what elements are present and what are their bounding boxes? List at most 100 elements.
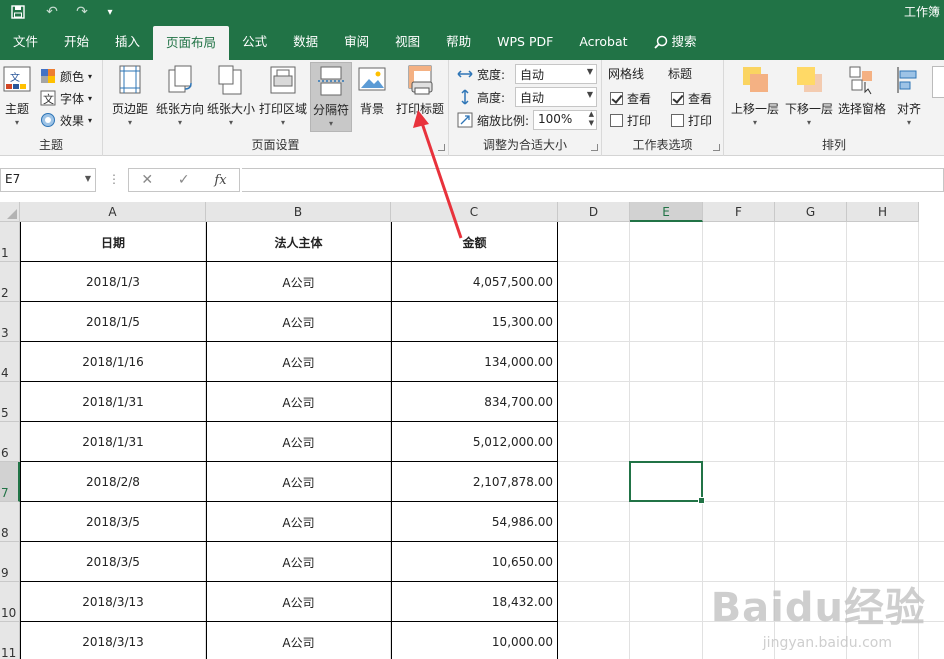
fonts-button[interactable]: 文 字体 ▾ (40, 88, 92, 108)
column-header-d[interactable]: D (558, 202, 630, 222)
row-header-3[interactable]: 3 (0, 302, 20, 342)
date-cell[interactable]: 2018/1/5 (20, 302, 206, 342)
date-cell[interactable]: 2018/1/3 (20, 262, 206, 302)
margins-button[interactable]: 页边距 ▾ (107, 64, 153, 130)
gridlines-view-checkbox[interactable]: 查看 (610, 88, 651, 108)
row-header-4[interactable]: 4 (0, 342, 20, 382)
column-header-g[interactable]: G (775, 202, 847, 222)
amount-cell[interactable]: 5,012,000.00 (391, 422, 558, 462)
send-backward-button[interactable]: 下移一层 ▾ (784, 64, 834, 130)
tab-search[interactable]: 搜索 (641, 24, 710, 60)
width-select[interactable]: 自动 ▼ (515, 64, 597, 84)
orientation-button[interactable]: 纸张方向 ▾ (155, 64, 205, 130)
header-cell-entity[interactable]: 法人主体 (206, 222, 391, 262)
amount-cell[interactable]: 2,107,878.00 (391, 462, 558, 502)
row-header-5[interactable]: 5 (0, 382, 20, 422)
insert-function-icon[interactable]: fx (214, 173, 226, 188)
amount-cell[interactable]: 834,700.00 (391, 382, 558, 422)
cancel-icon[interactable]: ✕ (141, 172, 153, 188)
row-header-2[interactable]: 2 (0, 262, 20, 302)
date-cell[interactable]: 2018/2/8 (20, 462, 206, 502)
row-header-6[interactable]: 6 (0, 422, 20, 462)
tab-home[interactable]: 开始 (51, 24, 102, 60)
amount-cell[interactable]: 54,986.00 (391, 502, 558, 542)
tab-data[interactable]: 数据 (280, 24, 331, 60)
align-button[interactable]: 对齐 ▾ (892, 64, 926, 130)
amount-cell[interactable]: 134,000.00 (391, 342, 558, 382)
date-cell[interactable]: 2018/3/13 (20, 582, 206, 622)
print-area-button[interactable]: 打印区域 ▾ (258, 64, 308, 130)
bring-forward-button[interactable]: 上移一层 ▾ (730, 64, 780, 130)
row-header-10[interactable]: 10 (0, 582, 20, 622)
height-select[interactable]: 自动 ▼ (515, 87, 597, 107)
row-header-7[interactable]: 7 (0, 462, 20, 502)
column-header-c[interactable]: C (391, 202, 558, 222)
customize-quick-access-icon[interactable]: ▾ (100, 2, 120, 22)
column-header-b[interactable]: B (206, 202, 391, 222)
tab-view[interactable]: 视图 (382, 24, 433, 60)
formula-input[interactable] (242, 168, 944, 192)
effects-button[interactable]: 效果 ▾ (40, 110, 92, 130)
group-button-icon[interactable] (932, 66, 944, 98)
row-header-1[interactable]: 1 (0, 222, 20, 262)
entity-cell[interactable]: A公司 (206, 422, 391, 462)
date-cell[interactable]: 2018/1/31 (20, 382, 206, 422)
themes-button[interactable]: 文 主题 ▾ (0, 64, 34, 130)
background-button[interactable]: 背景 (355, 64, 389, 130)
redo-icon[interactable]: ↷ (72, 2, 92, 22)
entity-cell[interactable]: A公司 (206, 302, 391, 342)
tab-wps-pdf[interactable]: WPS PDF (484, 24, 566, 60)
tab-insert[interactable]: 插入 (102, 24, 153, 60)
selection-pane-button[interactable]: 选择窗格 (836, 64, 888, 130)
date-cell[interactable]: 2018/3/13 (20, 622, 206, 659)
amount-cell[interactable]: 10,650.00 (391, 542, 558, 582)
column-header-e[interactable]: E (630, 202, 703, 222)
sheet-options-launcher-icon[interactable] (713, 144, 720, 151)
scale-launcher-icon[interactable] (591, 144, 598, 151)
spinner-arrows-icon[interactable]: ▲ ▼ (589, 110, 594, 128)
tab-review[interactable]: 审阅 (331, 24, 382, 60)
column-header-f[interactable]: F (703, 202, 775, 222)
tab-page-layout[interactable]: 页面布局 (153, 26, 230, 60)
header-cell-amount[interactable]: 金额 (391, 222, 558, 262)
date-cell[interactable]: 2018/1/16 (20, 342, 206, 382)
tab-help[interactable]: 帮助 (433, 24, 484, 60)
amount-cell[interactable]: 10,000.00 (391, 622, 558, 659)
date-cell[interactable]: 2018/1/31 (20, 422, 206, 462)
row-header-9[interactable]: 9 (0, 542, 20, 582)
entity-cell[interactable]: A公司 (206, 502, 391, 542)
paper-size-button[interactable]: 纸张大小 ▾ (206, 64, 256, 130)
page-setup-launcher-icon[interactable] (438, 144, 445, 151)
column-header-h[interactable]: H (847, 202, 919, 222)
amount-cell[interactable]: 18,432.00 (391, 582, 558, 622)
headings-print-checkbox[interactable]: 打印 (671, 110, 712, 130)
entity-cell[interactable]: A公司 (206, 262, 391, 302)
scale-spinner[interactable]: 100% ▲ ▼ (533, 110, 597, 130)
name-box[interactable]: E7 ▼ (0, 168, 96, 192)
tab-acrobat[interactable]: Acrobat (566, 24, 640, 60)
breaks-button[interactable]: 分隔符 ▾ (310, 62, 352, 132)
amount-cell[interactable]: 4,057,500.00 (391, 262, 558, 302)
entity-cell[interactable]: A公司 (206, 342, 391, 382)
entity-cell[interactable]: A公司 (206, 462, 391, 502)
column-header-a[interactable]: A (20, 202, 206, 222)
active-cell-selection[interactable] (629, 461, 705, 504)
enter-icon[interactable]: ✓ (178, 172, 190, 188)
header-cell-date[interactable]: 日期 (20, 222, 206, 262)
tab-file[interactable]: 文件 (0, 24, 51, 60)
entity-cell[interactable]: A公司 (206, 622, 391, 659)
row-header-11[interactable]: 11 (0, 622, 20, 659)
gridlines-print-checkbox[interactable]: 打印 (610, 110, 651, 130)
print-titles-button[interactable]: 打印标题 (393, 64, 447, 130)
date-cell[interactable]: 2018/3/5 (20, 542, 206, 582)
entity-cell[interactable]: A公司 (206, 382, 391, 422)
undo-icon[interactable]: ↶ (42, 2, 62, 22)
date-cell[interactable]: 2018/3/5 (20, 502, 206, 542)
colors-button[interactable]: 颜色 ▾ (40, 66, 92, 86)
save-icon[interactable] (8, 2, 28, 22)
row-header-8[interactable]: 8 (0, 502, 20, 542)
select-all-button[interactable] (0, 202, 20, 222)
formula-bar-resize-handle[interactable]: ⋮ (108, 172, 120, 186)
entity-cell[interactable]: A公司 (206, 542, 391, 582)
amount-cell[interactable]: 15,300.00 (391, 302, 558, 342)
